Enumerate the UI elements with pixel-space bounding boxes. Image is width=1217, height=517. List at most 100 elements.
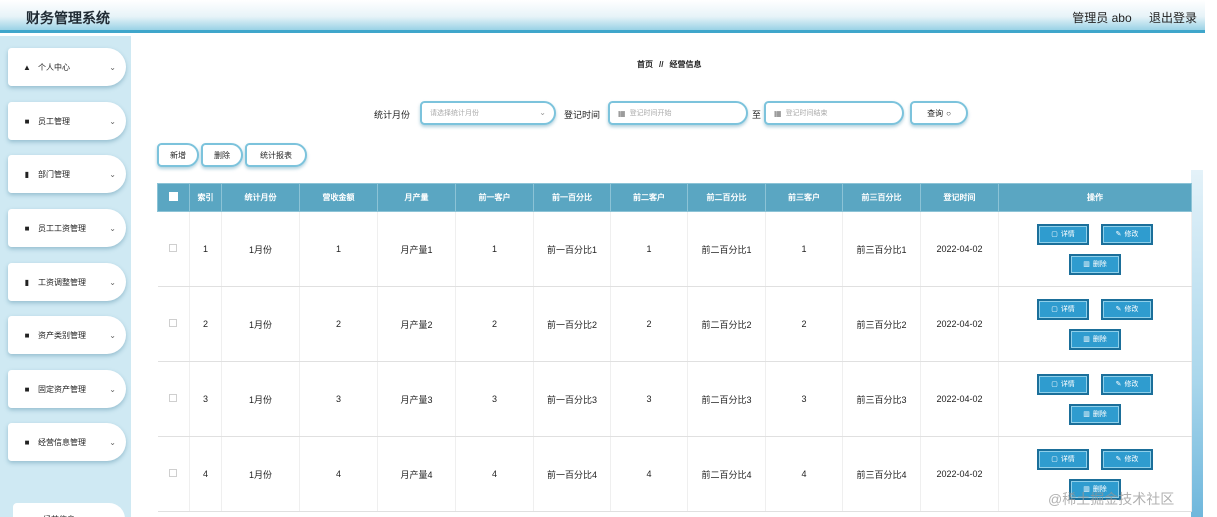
table-row: 3 1月份 3 月产量3 3 前一百分比3 3 前二百分比3 3 前三百分比3 2022-04-02… (157, 361, 1192, 437)
table-cell-c3: 3 (765, 361, 843, 437)
row-delete-label: 删除 (1092, 261, 1107, 268)
table-cell-c1: 2 (455, 286, 534, 362)
row-checkbox[interactable] (169, 244, 178, 252)
grid-icon: ■ (24, 384, 30, 394)
table-cell-p2: 前二百分比4 (687, 436, 766, 512)
current-user: 管理员 abo (1072, 11, 1132, 25)
detail-button[interactable]: ▢ 详情 (1037, 223, 1089, 245)
sidebar-subitem-business-info[interactable]: 经营信息 (13, 503, 125, 517)
edit-button[interactable]: ✎ 修改 (1101, 223, 1153, 245)
detail-button[interactable]: ▢ 详情 (1037, 373, 1089, 395)
delete-button[interactable]: 删除 (201, 143, 243, 167)
trash-icon: ▥ (1083, 261, 1090, 268)
grid-icon: ■ (24, 116, 30, 126)
table-cell-c1: 3 (455, 361, 534, 437)
detail-button[interactable]: ▢ 详情 (1037, 298, 1089, 320)
table-cell-c2: 2 (610, 286, 688, 362)
grid-icon: ■ (24, 330, 30, 340)
sidebar-item[interactable]: ■ 资产类别管理 ⌄ (8, 316, 126, 354)
table-cell-month: 1月份 (221, 361, 300, 437)
table-cell-p1: 前一百分比3 (533, 361, 611, 437)
table-cell-month: 1月份 (221, 436, 300, 512)
table-cell-p2: 前二百分比2 (687, 286, 766, 362)
select-all-checkbox[interactable] (169, 192, 178, 201)
user-area: 管理员 abo 退出登录 (1058, 9, 1197, 26)
column-header: 操作 (998, 183, 1192, 212)
sidebar-item-label: 经营信息管理 (38, 437, 86, 447)
table-cell-c2: 4 (610, 436, 688, 512)
table-cell-p2: 前二百分比3 (687, 361, 766, 437)
column-header: 索引 (189, 183, 222, 212)
breadcrumb-home[interactable]: 首页 (637, 60, 653, 69)
start-date-input[interactable]: ▦ 登记时间开始 (608, 101, 748, 125)
register-time-label: 登记时间 (564, 110, 601, 120)
table-cell-p1: 前一百分比2 (533, 286, 611, 362)
detail-label: 详情 (1060, 231, 1075, 238)
sidebar-item-label: 部门管理 (38, 169, 70, 179)
sidebar-item[interactable]: ■ 经营信息管理 ⌄ (8, 423, 126, 461)
sidebar-item[interactable]: ▮ 部门管理 ⌄ (8, 155, 126, 193)
row-checkbox[interactable] (169, 469, 178, 477)
table-cell-revenue: 1 (299, 211, 378, 287)
row-checkbox[interactable] (169, 394, 178, 402)
table-cell-p1: 前一百分比4 (533, 436, 611, 512)
table-cell-time: 2022-04-02 (920, 211, 999, 287)
query-button[interactable]: 查询 ○ (910, 101, 968, 125)
chevron-down-icon: ⌄ (109, 223, 116, 233)
sidebar-item-label: 工资调整管理 (38, 277, 86, 287)
month-label: 统计月份 (374, 110, 411, 120)
table-cell-time: 2022-04-02 (920, 436, 999, 512)
sidebar-item-label: 资产类别管理 (38, 330, 86, 340)
chevron-down-icon: ⌄ (109, 437, 116, 447)
table-row: 2 1月份 2 月产量2 2 前一百分比2 2 前二百分比2 2 前三百分比2 2022-04-02… (157, 286, 1192, 362)
end-date-input[interactable]: ▦ 登记时间结束 (764, 101, 904, 125)
edit-button[interactable]: ✎ 修改 (1101, 373, 1153, 395)
row-delete-label: 删除 (1092, 336, 1107, 343)
table-cell-c2: 3 (610, 361, 688, 437)
sidebar-item[interactable]: ■ 员工工资管理 ⌄ (8, 209, 126, 247)
edit-icon: ✎ (1115, 456, 1122, 463)
column-header: 登记时间 (920, 183, 999, 212)
add-button[interactable]: 新增 (157, 143, 199, 167)
table-cell-time: 2022-04-02 (920, 361, 999, 437)
month-select-placeholder: 请选择统计月份 (430, 110, 479, 117)
row-delete-button[interactable]: ▥ 删除 (1069, 253, 1121, 275)
edit-label: 修改 (1124, 381, 1139, 388)
edit-button[interactable]: ✎ 修改 (1101, 448, 1153, 470)
table-cell-p3: 前三百分比2 (842, 286, 921, 362)
query-label: 查询 (927, 108, 944, 118)
chevron-down-icon: ⌄ (109, 169, 116, 179)
sidebar-item[interactable]: ■ 员工管理 ⌄ (8, 102, 126, 140)
column-header: 前二百分比 (687, 183, 766, 212)
edit-icon: ✎ (1115, 231, 1122, 238)
sidebar-item[interactable]: ■ 固定资产管理 ⌄ (8, 370, 126, 408)
table-cell-month: 1月份 (221, 286, 300, 362)
chevron-down-icon: ⌄ (539, 108, 546, 117)
calendar-icon: ▦ (618, 108, 626, 118)
sidebar-item[interactable]: ▮ 工资调整管理 ⌄ (8, 263, 126, 301)
detail-icon: ▢ (1051, 456, 1058, 463)
chevron-down-icon: ⌄ (109, 62, 116, 72)
table-cell-c1: 1 (455, 211, 534, 287)
grid-icon: ■ (24, 437, 30, 447)
report-button[interactable]: 统计报表 (245, 143, 307, 167)
table-header-row: 索引 统计月份 营收金额 月产量 前一客户 前一百分比 前二客户 前二百分比 前三客户 前三百分比… (157, 183, 1192, 212)
table-cell-index: 1 (189, 211, 222, 287)
table-cell-p3: 前三百分比4 (842, 436, 921, 512)
row-checkbox[interactable] (169, 319, 178, 327)
edit-button[interactable]: ✎ 修改 (1101, 298, 1153, 320)
table-cell-p3: 前三百分比3 (842, 361, 921, 437)
sidebar-item-label: 员工管理 (38, 116, 70, 126)
detail-icon: ▢ (1051, 381, 1058, 388)
table-cell-output: 月产量2 (377, 286, 456, 362)
detail-label: 详情 (1060, 306, 1075, 313)
row-select-cell (157, 361, 190, 437)
data-table: 索引 统计月份 营收金额 月产量 前一客户 前一百分比 前二客户 前二百分比 前三客户 前三百分比… (157, 183, 1192, 512)
month-select[interactable]: 请选择统计月份 ⌄ (420, 101, 556, 125)
detail-button[interactable]: ▢ 详情 (1037, 448, 1089, 470)
column-header: 前一百分比 (533, 183, 611, 212)
logout-link[interactable]: 退出登录 (1149, 11, 1197, 25)
row-delete-button[interactable]: ▥ 删除 (1069, 403, 1121, 425)
sidebar-item[interactable]: ▲ 个人中心 ⌄ (8, 48, 126, 86)
row-delete-button[interactable]: ▥ 删除 (1069, 328, 1121, 350)
